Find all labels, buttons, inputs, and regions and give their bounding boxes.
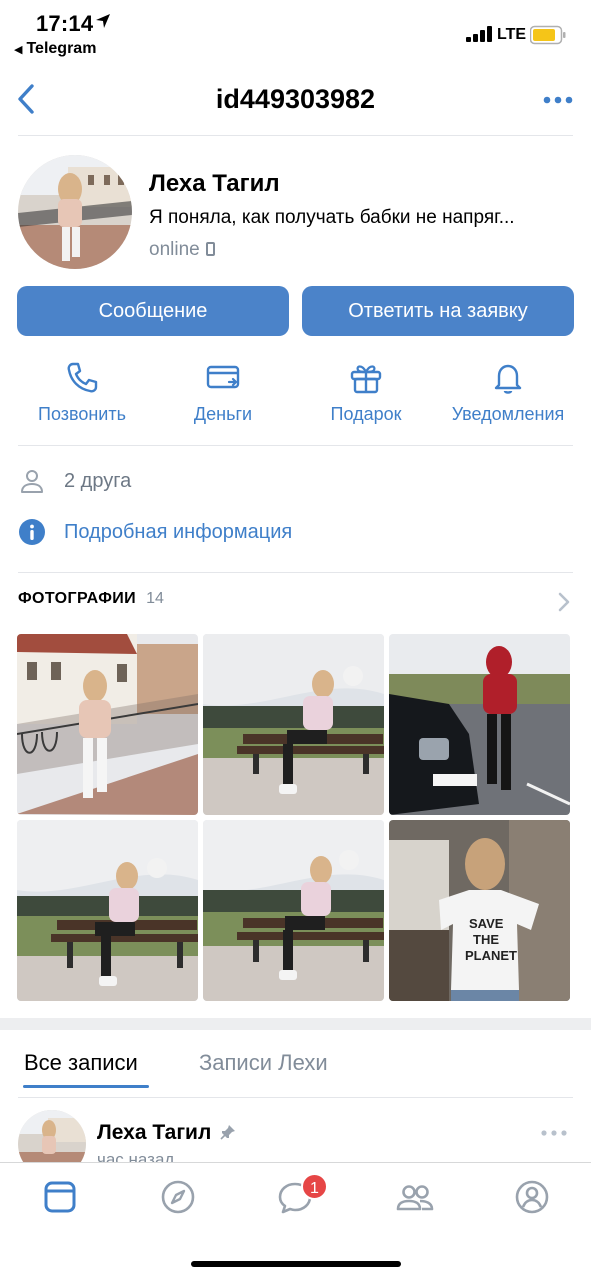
pin-icon — [220, 1125, 235, 1140]
profile-icon[interactable] — [514, 1179, 550, 1215]
photo-thumbnail[interactable] — [203, 634, 384, 815]
status-time: 17:14 — [36, 11, 94, 36]
details-link: Подробная информация — [64, 520, 293, 543]
money-label: Деньги — [193, 404, 253, 424]
network-type: LTE — [497, 26, 527, 43]
photos-title: ФОТОГРАФИИ — [18, 590, 137, 607]
message-button[interactable]: Сообщение — [17, 286, 289, 336]
wall-tabs: Все записи Записи Лехи — [0, 1030, 591, 1098]
back-app-label: Telegram — [26, 40, 97, 57]
photos-count: 14 — [146, 590, 164, 607]
divider — [18, 572, 573, 573]
photo-thumbnail[interactable] — [389, 634, 570, 815]
divider — [18, 1097, 573, 1098]
svg-text:SAVE: SAVE — [469, 916, 504, 931]
location-arrow-icon — [96, 14, 110, 28]
status-bar: 17:14 ◀ Telegram LTE — [0, 0, 591, 70]
tab-all-posts[interactable]: Все записи — [24, 1050, 138, 1076]
photo-thumbnail[interactable] — [17, 820, 198, 1001]
friends-row[interactable]: 2 друга — [18, 466, 131, 496]
notifications-action[interactable]: Уведомления — [438, 358, 578, 425]
notifications-label: Уведомления — [451, 404, 565, 424]
profile-status[interactable]: Я поняла, как получать бабки не напряг..… — [149, 207, 577, 229]
home-indicator[interactable] — [191, 1261, 401, 1267]
nav-bar: id449303982 — [18, 70, 573, 136]
profile-name: Леха Тагил — [149, 170, 280, 197]
active-tab-indicator — [23, 1085, 149, 1088]
details-row[interactable]: Подробная информация — [18, 517, 292, 547]
profile-avatar[interactable] — [18, 155, 132, 269]
online-label: online — [149, 239, 200, 260]
chevron-right-icon — [558, 592, 570, 612]
photos-header[interactable]: ФОТОГРАФИИ 14 — [18, 590, 573, 614]
info-icon — [19, 519, 45, 545]
discover-icon[interactable] — [160, 1179, 196, 1215]
more-horizontal-icon[interactable] — [543, 96, 573, 104]
friends-count: 2 друга — [64, 469, 132, 492]
reply-request-button[interactable]: Ответить на заявку — [302, 286, 574, 336]
post-author-name[interactable]: Леха Тагил — [97, 1121, 211, 1145]
section-divider — [0, 1018, 591, 1030]
call-action[interactable]: Позвонить — [12, 358, 152, 425]
photo-thumbnail[interactable]: SAVE THE PLANET — [389, 820, 570, 1001]
online-status: online — [149, 239, 215, 261]
tab-own-posts[interactable]: Записи Лехи — [199, 1050, 328, 1076]
gift-icon — [350, 365, 382, 394]
svg-text:THE: THE — [473, 932, 499, 947]
page-title: id449303982 — [215, 84, 376, 114]
photo-thumbnail[interactable] — [203, 820, 384, 1001]
gift-label: Подарок — [330, 404, 402, 424]
bell-icon — [494, 364, 522, 394]
mobile-icon — [205, 242, 215, 256]
svg-text:PLANET: PLANET — [465, 948, 517, 963]
money-action[interactable]: Деньги — [153, 358, 293, 425]
gift-action[interactable]: Подарок — [296, 358, 436, 425]
money-transfer-icon — [206, 365, 240, 389]
messages-badge: 1 — [301, 1173, 328, 1200]
friends-icon[interactable] — [396, 1179, 434, 1215]
photo-thumbnail[interactable] — [17, 634, 198, 815]
user-icon — [21, 470, 43, 493]
signal-icon — [466, 26, 492, 42]
back-to-app-link[interactable]: ◀ Telegram — [14, 40, 96, 58]
news-icon[interactable] — [42, 1179, 78, 1215]
phone-icon — [67, 362, 98, 393]
battery-icon — [530, 25, 566, 45]
call-label: Позвонить — [38, 404, 126, 424]
quick-actions: Позвонить Деньги Подарок Уведомления — [18, 358, 573, 446]
more-horizontal-icon[interactable] — [541, 1130, 567, 1136]
